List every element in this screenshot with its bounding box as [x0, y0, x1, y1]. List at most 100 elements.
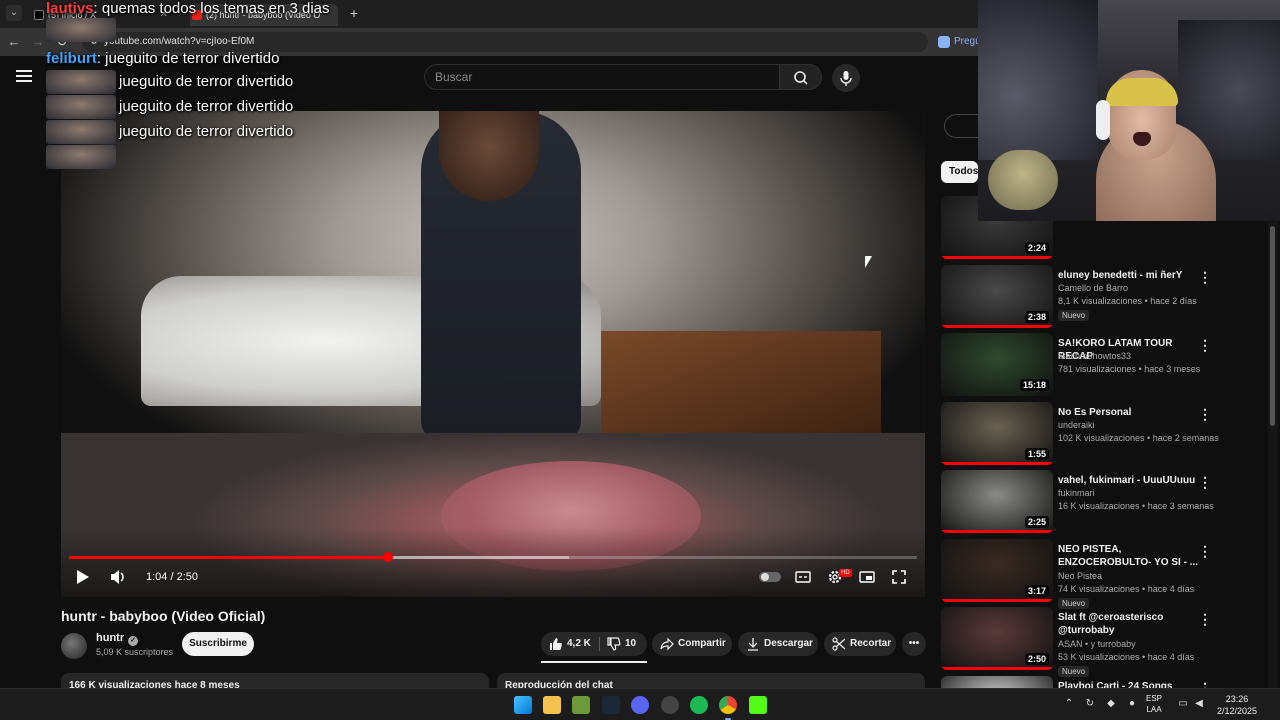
thumbs-down-icon[interactable] — [607, 637, 621, 651]
recommendation-channel[interactable]: Camello de Barro — [1058, 283, 1128, 293]
minecraft-icon[interactable] — [572, 696, 590, 714]
more-actions-button[interactable]: ••• — [902, 632, 926, 656]
scrubber-handle[interactable] — [382, 552, 393, 562]
recommendation-title[interactable]: Slat ft @ceroasterisco @turrobaby — [1058, 611, 1198, 637]
fullscreen-icon — [892, 570, 906, 584]
progress-bar[interactable] — [69, 552, 917, 562]
volume-icon[interactable]: ◀ — [1192, 697, 1206, 711]
watched-progress-bar — [941, 530, 1053, 533]
kick-icon[interactable] — [749, 696, 767, 714]
lang-line-1: ESP — [1146, 694, 1163, 703]
chat-message: jueguito de terror divertido — [119, 123, 294, 140]
description-box[interactable]: 166 K visualizaciones hace 8 meses — [61, 673, 489, 688]
channel-name-row[interactable]: huntr ✓ — [96, 632, 139, 646]
thumbs-up-icon[interactable] — [549, 637, 563, 651]
tab-search-button[interactable]: ⌄ — [6, 5, 22, 21]
recommendation-item[interactable]: 3:17 NEO PISTEA, ENZOCEROBULTO- YO SI - .… — [940, 539, 1270, 609]
discord-icon[interactable] — [631, 696, 649, 714]
recommendation-item[interactable]: 2:50 Slat ft @ceroasterisco @turrobaby ASA… — [940, 607, 1270, 677]
video-thumbnail[interactable]: 2:38 — [941, 265, 1053, 328]
search-button[interactable] — [780, 64, 822, 90]
system-clock[interactable]: 23:26 2/12/2025 — [1214, 693, 1260, 717]
shield-icon[interactable]: ◆ — [1104, 697, 1118, 711]
display-icon[interactable]: ▭ — [1176, 697, 1190, 711]
recommendation-item[interactable]: 2:25 vahel, fukinmari - UuuUUuuu fukinmari… — [940, 470, 1270, 534]
like-count[interactable]: 4,2 K — [567, 632, 591, 656]
recommendation-item[interactable]: 15:18 SA!KORO LATAM TOUR RECAP t3achm3howt… — [940, 333, 1270, 397]
video-thumbnail[interactable]: 15:18 — [941, 333, 1053, 396]
more-vertical-icon[interactable]: ⋮ — [1198, 406, 1212, 422]
share-icon — [660, 637, 674, 651]
spotify-icon[interactable] — [690, 696, 708, 714]
play-button[interactable] — [75, 567, 91, 587]
video-player[interactable]: 1:04 / 2:50 HD — [61, 111, 925, 597]
download-button[interactable]: Descargar — [738, 632, 818, 656]
autoplay-toggle[interactable] — [759, 572, 781, 582]
recommendation-title[interactable]: Playboi Carti - 24 Songs (Lyrics) — [1058, 680, 1198, 688]
input-language[interactable]: ESP LAA — [1146, 693, 1162, 715]
video-title: huntr - babyboo (Video Oficial) — [61, 608, 266, 624]
subtitles-button[interactable] — [793, 567, 813, 587]
more-vertical-icon[interactable]: ⋮ — [1198, 337, 1212, 353]
steam-icon[interactable] — [602, 696, 620, 714]
menu-icon[interactable] — [16, 70, 32, 82]
clock-time: 23:26 — [1225, 694, 1249, 704]
recommendation-title[interactable]: NEO PISTEA, ENZOCEROBULTO- YO SI - ... — [1058, 543, 1198, 569]
related-filter-box[interactable] — [944, 114, 978, 138]
voice-search-button[interactable] — [832, 64, 860, 92]
recommendation-channel[interactable]: t3achm3howtos33 — [1058, 351, 1131, 361]
channel-avatar[interactable] — [61, 633, 87, 659]
recommendation-channel[interactable]: fukinmari — [1058, 488, 1095, 498]
new-badge: Nuevo — [1058, 310, 1090, 321]
watched-progress-bar — [941, 667, 1053, 670]
video-thumbnail[interactable]: 3:17 — [941, 539, 1053, 602]
miniplayer-button[interactable] — [857, 567, 877, 587]
video-thumbnail[interactable]: 2:25 — [941, 470, 1053, 533]
download-label: Descargar — [764, 638, 813, 649]
file-explorer-icon[interactable] — [543, 696, 561, 714]
video-thumbnail[interactable]: 2:50 — [941, 607, 1053, 670]
volume-button[interactable] — [109, 567, 127, 587]
scrollbar[interactable] — [1268, 222, 1278, 688]
sync-icon[interactable]: ↻ — [1083, 697, 1097, 711]
recommendation-channel[interactable]: underaiki — [1058, 420, 1095, 430]
chat-text: : quemas todos los temas en 3 dias — [93, 0, 330, 17]
chevron-up-icon[interactable]: ⌃ — [1062, 697, 1076, 711]
more-vertical-icon[interactable]: ⋮ — [1198, 611, 1212, 627]
x-logo-icon — [34, 10, 44, 20]
time-display: 1:04 / 2:50 — [146, 571, 198, 583]
more-vertical-icon[interactable]: ⋮ — [1198, 474, 1212, 490]
subtitles-icon — [795, 571, 811, 583]
video-thumbnail[interactable]: 1:55 — [941, 402, 1053, 465]
extension-button[interactable]: Pregú — [934, 31, 978, 53]
subscribe-button[interactable]: Suscribirme — [182, 632, 254, 656]
search-placeholder: Buscar — [435, 70, 473, 84]
recommendation-title[interactable]: vahel, fukinmari - UuuUUuuu — [1058, 474, 1198, 487]
recommendation-channel[interactable]: ASAN • y turrobaby — [1058, 639, 1136, 649]
scrollbar-thumb[interactable] — [1270, 226, 1275, 426]
chat-text: : jueguito de terror divertido — [96, 50, 280, 67]
recommendation-channel[interactable]: Neo Pistea — [1058, 571, 1102, 581]
recommendation-item[interactable]: 2:38 eluney benedetti - mi ñerY Camello de… — [940, 265, 1270, 329]
share-button[interactable]: Compartir — [652, 632, 732, 656]
more-vertical-icon[interactable]: ⋮ — [1198, 543, 1212, 559]
recommendation-title[interactable]: No Es Personal — [1058, 406, 1198, 419]
more-vertical-icon[interactable]: ⋮ — [1198, 680, 1212, 688]
recommendation-item[interactable]: 1:55 No Es Personal underaiki 102 K visuali… — [940, 402, 1270, 466]
fullscreen-button[interactable] — [889, 567, 909, 587]
obs-icon[interactable] — [661, 696, 679, 714]
more-vertical-icon[interactable]: ⋮ — [1198, 269, 1212, 285]
clip-button[interactable]: Recortar — [824, 632, 896, 656]
recommendation-item[interactable]: Playboi Carti - 24 Songs (Lyrics)⋮ — [940, 676, 1270, 688]
windows-start-icon[interactable] — [514, 696, 532, 714]
chip-all[interactable]: Todos — [941, 161, 978, 183]
chrome-icon[interactable] — [719, 696, 737, 714]
recommendation-meta: 53 K visualizaciones • hace 4 días — [1058, 652, 1195, 662]
microphone-icon[interactable]: ● — [1125, 697, 1139, 711]
search-input[interactable]: Buscar — [424, 64, 780, 90]
chat-replay-box[interactable]: Reproducción del chat — [497, 673, 925, 688]
back-arrow-icon[interactable]: ← — [6, 34, 22, 50]
video-thumbnail[interactable] — [941, 676, 1053, 688]
chat-username: lautivs — [46, 0, 94, 17]
recommendation-title[interactable]: eluney benedetti - mi ñerY — [1058, 269, 1198, 282]
